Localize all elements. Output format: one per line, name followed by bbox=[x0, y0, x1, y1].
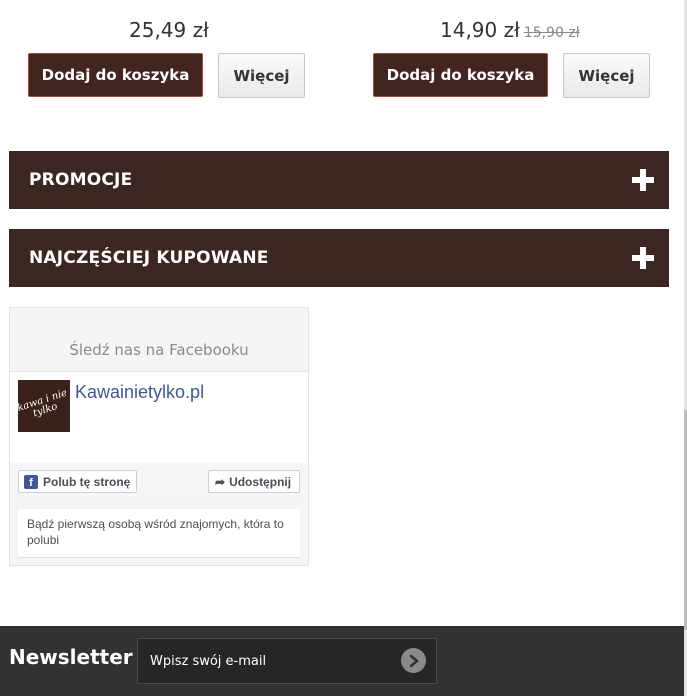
accordion-najczesciej-kupowane[interactable]: NAJCZĘŚCIEJ KUPOWANE bbox=[9, 229, 669, 287]
facebook-friends-text: Bądź pierwszą osobą wśród znajomych, któ… bbox=[18, 509, 300, 558]
arrow-right-icon[interactable] bbox=[401, 648, 426, 673]
facebook-like-button[interactable]: f Polub tę stronę bbox=[18, 470, 137, 493]
facebook-share-button[interactable]: ➦ Udostępnij bbox=[208, 470, 300, 493]
add-to-cart-button[interactable]: Dodaj do koszyka bbox=[28, 53, 203, 97]
price-current: 25,49 zł bbox=[129, 18, 209, 42]
logo-text: kawa i nie tylko bbox=[16, 387, 69, 420]
price-old: 15,90 zł bbox=[523, 25, 580, 41]
price-current: 14,90 zł bbox=[440, 18, 520, 42]
more-button[interactable]: Więcej bbox=[218, 53, 305, 98]
share-label: Udostępnij bbox=[229, 474, 292, 489]
facebook-icon: f bbox=[24, 474, 38, 489]
newsletter-title: Newsletter bbox=[9, 645, 133, 669]
accordion-title: NAJCZĘŚCIEJ KUPOWANE bbox=[29, 248, 269, 268]
newsletter-email-input[interactable] bbox=[137, 638, 437, 684]
like-label: Polub tę stronę bbox=[43, 474, 131, 489]
share-icon: ➦ bbox=[215, 474, 226, 489]
accordion-title: PROMOCJE bbox=[29, 170, 133, 190]
more-button[interactable]: Więcej bbox=[563, 53, 650, 98]
page-logo[interactable]: kawa i nie tylko bbox=[16, 380, 70, 432]
facebook-page-link[interactable]: Kawainietylko.pl bbox=[75, 382, 204, 403]
product-price: 25,49 zł bbox=[129, 18, 209, 42]
plus-icon[interactable] bbox=[632, 247, 654, 269]
facebook-heading: Śledź nas na Facebooku bbox=[69, 341, 249, 359]
newsletter-footer: Newsletter bbox=[0, 626, 684, 696]
accordion-promocje[interactable]: PROMOCJE bbox=[9, 151, 669, 209]
facebook-widget: Śledź nas na Facebooku kawa i nie tylko … bbox=[9, 307, 309, 566]
facebook-widget-header: Śledź nas na Facebooku bbox=[10, 308, 308, 371]
facebook-actions: f Polub tę stronę ➦ Udostępnij bbox=[10, 463, 308, 501]
plus-icon[interactable] bbox=[632, 169, 654, 191]
facebook-page-card: kawa i nie tylko Kawainietylko.pl bbox=[10, 371, 308, 464]
add-to-cart-button[interactable]: Dodaj do koszyka bbox=[373, 53, 548, 97]
product-price: 14,90 zł 15,90 zł bbox=[440, 18, 580, 42]
